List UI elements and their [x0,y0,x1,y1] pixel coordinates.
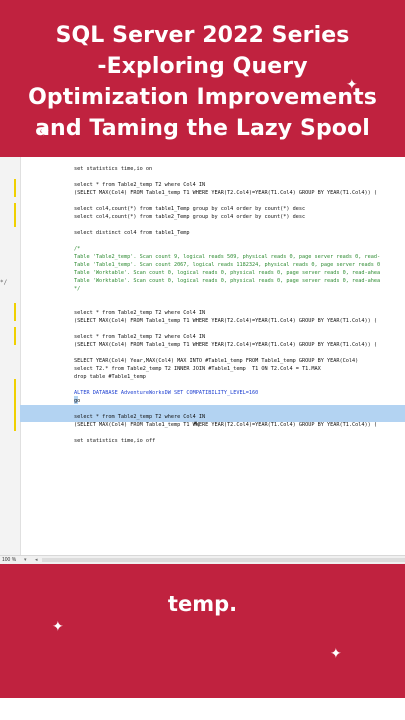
code-line[interactable]: */ [74,285,80,293]
code-line[interactable]: drop table #Table1_temp [74,373,146,381]
change-marker [14,179,16,197]
sparkle-icon: ✦ [52,619,64,635]
code-line[interactable]: set statistics time,io off [74,437,155,445]
code-line[interactable]: Table 'Table2_temp'. Scan count 9, logic… [74,253,380,261]
code-line[interactable]: Table 'Table1_temp'. Scan count 2067, lo… [74,261,380,269]
editor-gutter: */ [0,157,21,555]
code-line[interactable]: /* [74,245,80,253]
sparkle-icon: ✦ [330,646,342,662]
code-line[interactable]: select * from Table2_temp T2 where Col4 … [74,309,205,317]
mouse-cursor-icon: ↖ [193,419,201,429]
caption-text: temp. [167,592,238,616]
editor-status-bar: 100 % ▾ ◂ [0,555,405,564]
zoom-level[interactable]: 100 % [2,556,16,564]
code-line[interactable]: select * from Table2_temp T2 where Col4 … [74,413,205,421]
code-line[interactable]: (SELECT MAX(Col4) FROM Table1_temp T1 WH… [74,421,377,429]
code-line[interactable]: Table 'Worktable'. Scan count 0, logical… [74,277,380,285]
comment-end-marker: */ [0,279,8,286]
code-line[interactable]: select col4,count(*) from table1_Temp gr… [74,205,305,213]
code-line[interactable]: (SELECT MAX(Col4) FROM Table1_temp T1 WH… [74,341,377,349]
change-marker [14,327,16,345]
title-line-4: and Taming the Lazy Spool [35,116,370,141]
code-line[interactable]: set statistics time,io on [74,165,152,173]
code-line[interactable]: select distinct col4 from table1_Temp [74,229,190,237]
title-line-1: SQL Server 2022 Series [55,23,350,48]
horizontal-scrollbar[interactable] [42,558,405,562]
title-line-3: Optimization Improvements [28,85,377,110]
scroll-left-icon[interactable]: ◂ [35,556,38,564]
code-line[interactable]: select col4,count(*) from table2_Temp gr… [74,213,305,221]
change-marker [14,379,16,431]
sparkle-icon: ✦ [346,77,358,93]
code-line[interactable]: Table 'Worktable'. Scan count 0, logical… [74,269,380,277]
video-title: SQL Server 2022 Series -Exploring Query … [0,20,405,144]
code-line[interactable]: (SELECT MAX(Col4) FROM Table1_temp T1 WH… [74,317,377,325]
code-line[interactable]: select * from Table2_temp T2 where Col4 … [74,181,205,189]
change-marker [14,303,16,321]
sparkle-icon: ✦ [38,124,50,140]
title-line-2: -Exploring Query [97,54,308,79]
code-line[interactable]: (SELECT MAX(Col4) FROM Table1_temp T1 WH… [74,189,377,197]
chevron-down-icon[interactable]: ▾ [24,556,27,564]
change-marker [14,203,16,227]
code-line[interactable]: select * from Table2_temp T2 where Col4 … [74,333,205,341]
code-line[interactable]: go [74,397,80,405]
code-area[interactable]: set statistics time,io on select * from T… [74,157,405,555]
code-line[interactable]: SELECT YEAR(Col4) Year,MAX(Col4) MAX INT… [74,357,358,365]
code-line[interactable]: ALTER DATABASE AdventureWorksDW SET COMP… [74,389,258,397]
sql-query-editor[interactable]: */ set statistics time,io on select * fro… [0,157,405,563]
code-line[interactable]: select T2.* from Table2_temp T2 INNER JO… [74,365,321,373]
